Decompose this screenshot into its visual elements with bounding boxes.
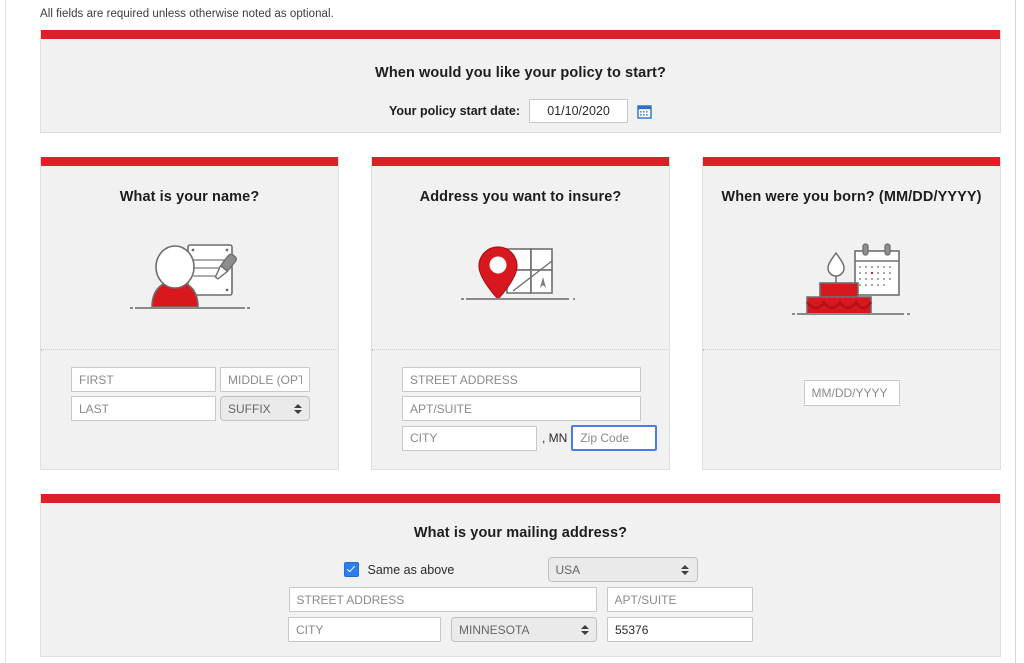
insured-address-card: Address you want to insure? STREET ADDRE… [371, 157, 670, 470]
calendar-icon[interactable] [637, 104, 652, 119]
name-card-title: What is your name? [119, 189, 260, 205]
street-address-input[interactable] [402, 367, 641, 392]
form-content: All fields are required unless otherwise… [40, 0, 1001, 657]
mailing-row-same-as-above: Same as above USA [343, 557, 698, 582]
apt-suite-input[interactable] [402, 396, 641, 421]
mailing-address-title: What is your mailing address? [413, 525, 628, 541]
insured-address-fields: , MN [372, 351, 669, 469]
policy-start-date-row: Your policy start date: [41, 99, 1000, 123]
person-with-clipboard-illustration [41, 205, 338, 349]
country-select[interactable]: USA [547, 557, 698, 582]
info-cards-row: What is your name? FIRST MIDDLE (OPTIONA… [40, 157, 1001, 470]
insured-address-title: Address you want to insure? [419, 189, 622, 205]
name-card: What is your name? FIRST MIDDLE (OPTIONA… [40, 157, 339, 470]
name-fields: SUFFIX [41, 351, 338, 469]
city-input[interactable] [402, 425, 537, 451]
mailing-row-street [288, 587, 753, 612]
date-of-birth-title: When were you born? (MM/DD/YYYY) [721, 189, 982, 205]
last-name-input[interactable] [71, 396, 216, 421]
same-as-above-label: Same as above [367, 562, 455, 577]
suffix-select[interactable]: SUFFIX [220, 396, 310, 421]
required-fields-notice: All fields are required unless otherwise… [40, 8, 334, 20]
name-row-last: SUFFIX [71, 396, 338, 421]
name-row-first [71, 367, 338, 392]
stepper-arrows-icon [293, 402, 302, 416]
zip-code-input[interactable] [571, 425, 658, 451]
page-frame: All fields are required unless otherwise… [5, 0, 1016, 663]
first-name-input[interactable] [71, 367, 216, 392]
card-accent-bar [41, 157, 338, 166]
mailing-state-select-value: MINNESOTA [459, 622, 530, 637]
mailing-address-fields: Same as above USA MINNESOT [41, 541, 1000, 647]
date-of-birth-input[interactable] [803, 380, 900, 406]
mailing-city-input[interactable] [288, 617, 441, 642]
mailing-street-address-input[interactable] [288, 587, 597, 612]
mailing-state-select[interactable]: MINNESOTA [451, 617, 597, 642]
map-pin-illustration [372, 205, 669, 349]
policy-start-title: When would you like your policy to start… [375, 65, 666, 81]
card-accent-bar [372, 157, 669, 166]
mailing-zip-code-input[interactable] [607, 617, 753, 642]
state-abbreviation-label: , MN [542, 431, 568, 445]
middle-name-input[interactable] [220, 367, 310, 392]
policy-start-date-label: Your policy start date: [388, 104, 521, 118]
address-row-apt [402, 396, 669, 421]
card-accent-bar [41, 494, 1000, 503]
stepper-arrows-icon [681, 563, 690, 577]
mailing-row-city-state-zip: MINNESOTA [288, 617, 753, 642]
policy-start-date-input[interactable] [529, 99, 629, 123]
address-row-city-zip: , MN [402, 425, 669, 451]
policy-start-card: When would you like your policy to start… [40, 30, 1001, 133]
mailing-address-card: What is your mailing address? Same as ab… [40, 494, 1001, 657]
card-accent-bar [703, 157, 1000, 166]
birthday-cake-calendar-illustration [703, 205, 1000, 349]
mailing-apt-suite-input[interactable] [606, 587, 753, 612]
card-accent-bar [41, 30, 1000, 39]
date-of-birth-fields [703, 351, 1000, 469]
stepper-arrows-icon [580, 623, 589, 637]
address-row-street [402, 367, 669, 392]
suffix-select-value: SUFFIX [228, 401, 271, 416]
same-as-above-checkbox[interactable] [343, 562, 359, 577]
date-of-birth-card: When were you born? (MM/DD/YYYY) [702, 157, 1001, 470]
country-select-value: USA [555, 562, 581, 577]
